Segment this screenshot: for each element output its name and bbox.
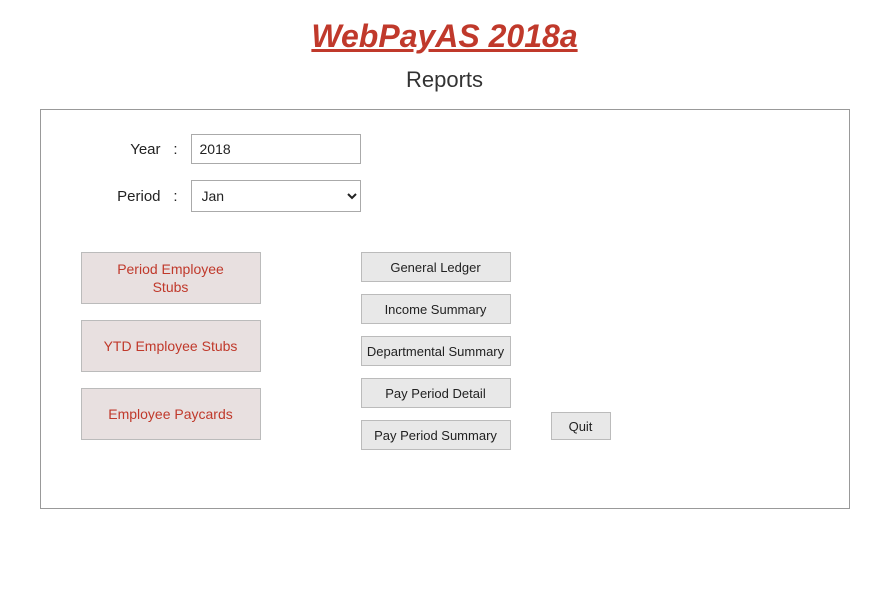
right-buttons-group: General Ledger Income Summary Department… [361,252,511,450]
year-input[interactable] [191,134,361,164]
year-colon: : [161,141,191,158]
quit-button[interactable]: Quit [551,412,611,440]
year-label: Year [81,141,161,158]
buttons-area: Period EmployeeStubs YTD Employee Stubs … [81,252,809,450]
period-row: Period : JanFebMarAprMayJunJulAugSepOctN… [81,180,809,212]
page-title: Reports [406,67,483,93]
period-label: Period [81,188,161,205]
pay-period-summary-button[interactable]: Pay Period Summary [361,420,511,450]
general-ledger-button[interactable]: General Ledger [361,252,511,282]
left-buttons-group: Period EmployeeStubs YTD Employee Stubs … [81,252,281,450]
main-container: Year : Period : JanFebMarAprMayJunJulAug… [40,109,850,509]
pay-period-detail-button[interactable]: Pay Period Detail [361,378,511,408]
app-title: WebPayAS 2018a [311,18,577,55]
employee-paycards-button[interactable]: Employee Paycards [81,388,261,440]
right-section: General Ledger Income Summary Department… [361,252,511,450]
period-select[interactable]: JanFebMarAprMayJunJulAugSepOctNovDec [191,180,361,212]
quit-area: Quit [551,252,611,450]
departmental-summary-button[interactable]: Departmental Summary [361,336,511,366]
ytd-employee-stubs-button[interactable]: YTD Employee Stubs [81,320,261,372]
period-colon: : [161,188,191,205]
year-row: Year : [81,134,809,164]
income-summary-button[interactable]: Income Summary [361,294,511,324]
period-employee-stubs-button[interactable]: Period EmployeeStubs [81,252,261,304]
